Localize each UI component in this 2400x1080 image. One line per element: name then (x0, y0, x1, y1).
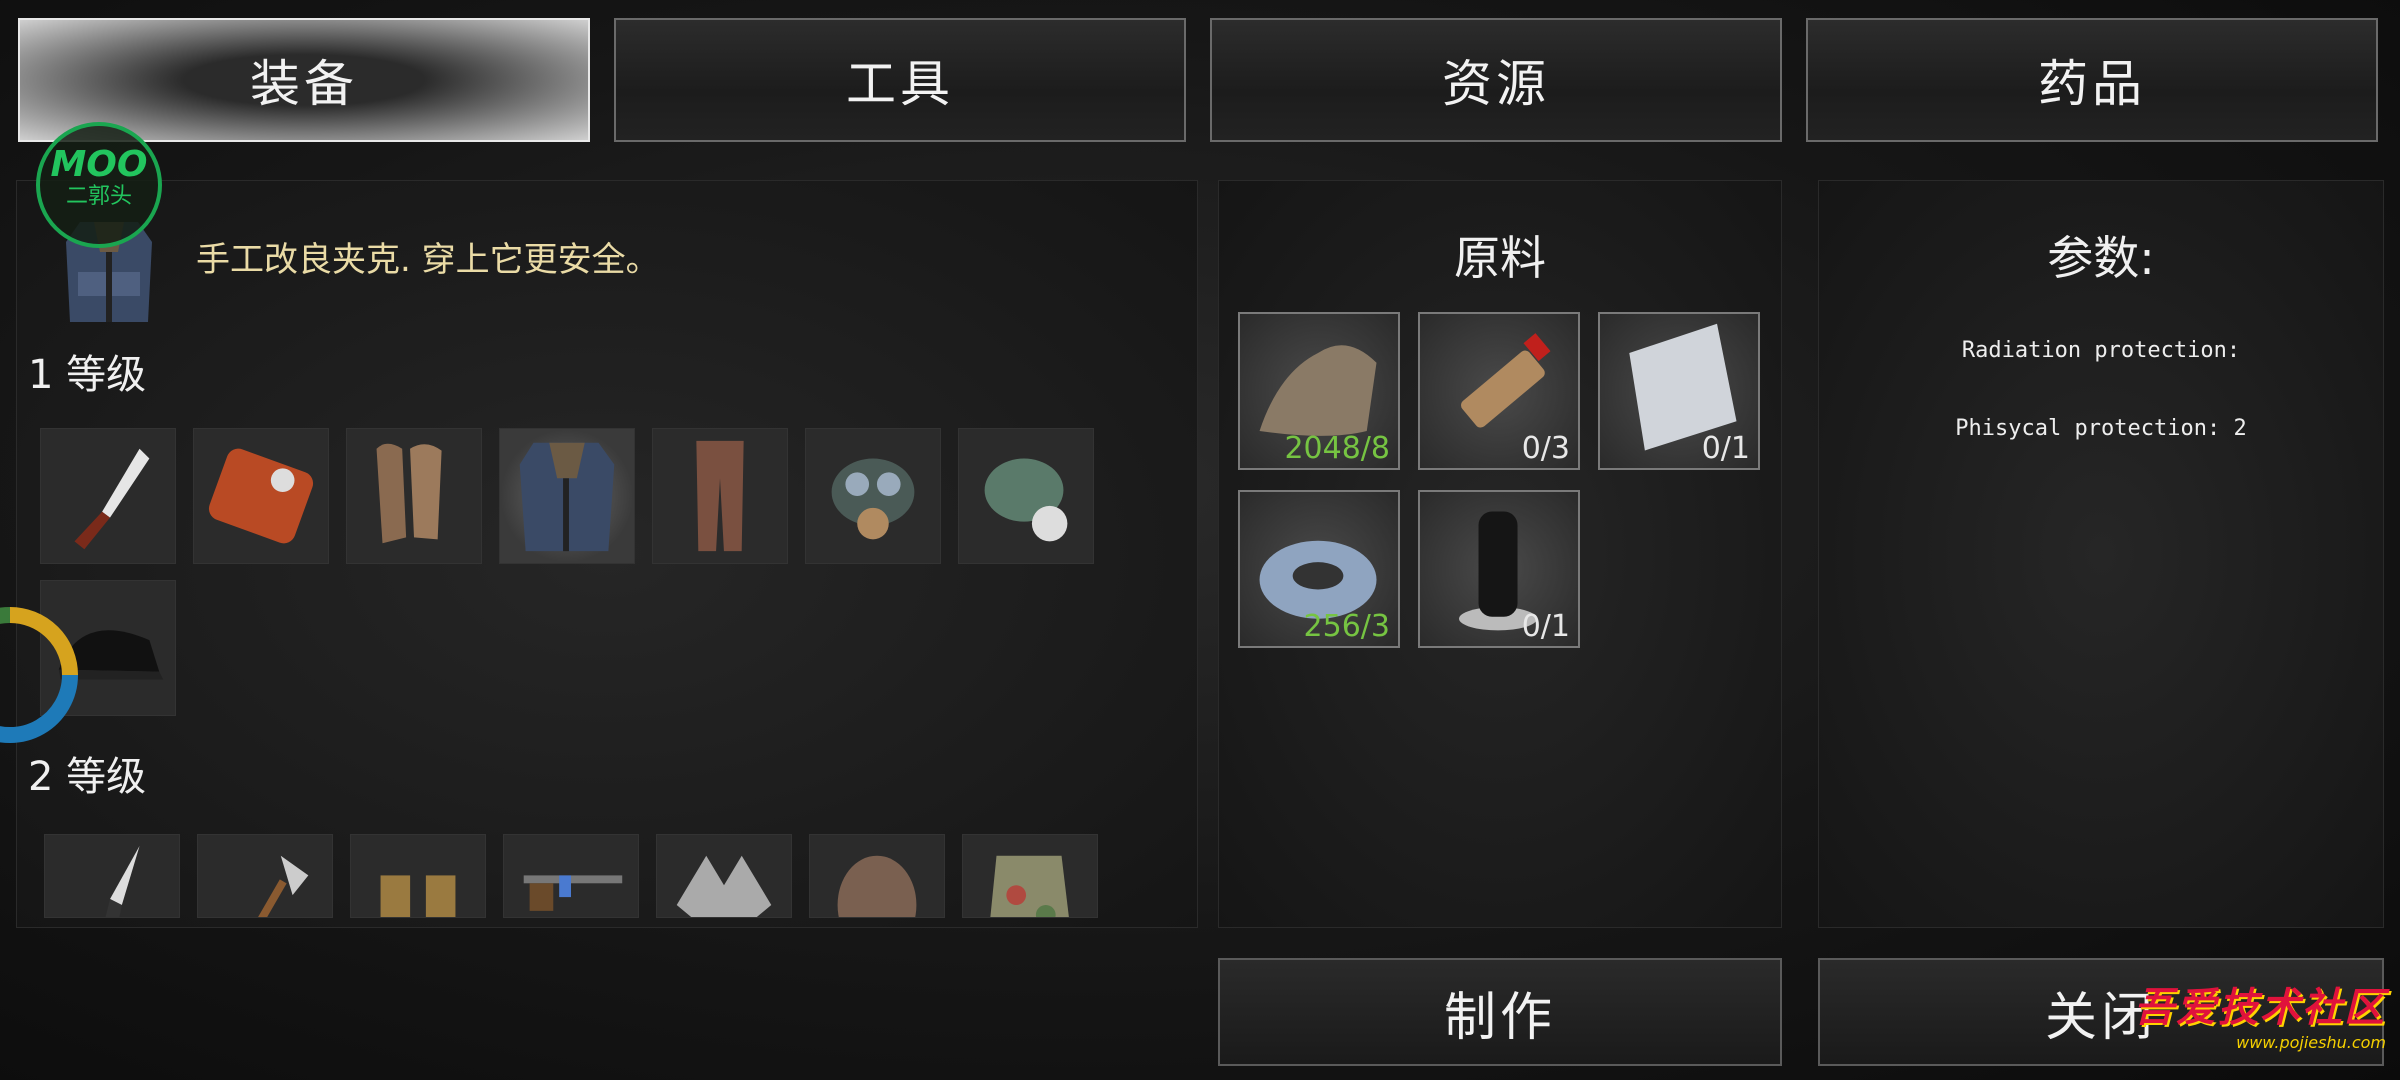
tab-tools[interactable]: 工具 (614, 18, 1186, 142)
recipe-wolf-pelt[interactable] (656, 834, 792, 918)
level-2-label: 2 等级 (28, 754, 147, 800)
materials-title: 原料 (1454, 231, 1546, 285)
item-description: 手工改良夹克. 穿上它更安全。 (196, 240, 660, 280)
knife-icon (74, 448, 150, 550)
recipe-rifle[interactable] (503, 834, 639, 918)
recipe-orange-case[interactable] (193, 428, 329, 564)
material-count: 0/1 (1701, 431, 1750, 466)
pants-icon (696, 440, 744, 552)
jacket-icon (519, 442, 615, 552)
material-count: 0/3 (1521, 431, 1570, 466)
rifle-icon (523, 875, 623, 911)
respirator-mask-icon (984, 458, 1068, 542)
moo-logo: MOO 二郭头 (36, 122, 162, 248)
recipe-camo-jacket[interactable] (962, 834, 1098, 918)
bear-pelt-icon (837, 855, 917, 917)
loading-ring-icon (0, 607, 78, 744)
watermark: 吾爱技术社区 www.pojieshu.com (2134, 984, 2386, 1052)
tab-medicine[interactable]: 药品 (1806, 18, 2378, 142)
recipe-bear-pelt[interactable] (809, 834, 945, 918)
recipe-knife[interactable] (40, 428, 176, 564)
recipe-jacket[interactable] (499, 428, 635, 564)
camo-jacket-icon (990, 855, 1069, 917)
gas-mask-icon (831, 458, 915, 540)
level-1-label: 1 等级 (28, 352, 147, 398)
craft-button[interactable]: 制作 (1218, 958, 1782, 1066)
armor-vest-icon (380, 875, 456, 917)
recipe-pants[interactable] (652, 428, 788, 564)
hunting-knife-icon (105, 845, 140, 917)
tab-resources[interactable]: 资源 (1210, 18, 1782, 142)
material-slot-glue[interactable]: 0/3 (1418, 312, 1580, 470)
parameters-panel (1818, 180, 2384, 928)
material-count: 256/3 (1303, 609, 1390, 644)
material-slot-cloth[interactable]: 2048/8 (1238, 312, 1400, 470)
wolf-pelt-icon (676, 855, 772, 917)
param-physical: Phisycal protection: 2 (1955, 416, 2247, 441)
recipe-gloves[interactable] (346, 428, 482, 564)
material-slot-metal-sheet[interactable]: 0/1 (1598, 312, 1760, 470)
material-slot-thread[interactable]: 0/1 (1418, 490, 1580, 648)
material-count: 2048/8 (1284, 431, 1390, 466)
axe-icon (235, 855, 309, 917)
recipe-respirator-mask[interactable] (958, 428, 1094, 564)
param-radiation: Radiation protection: (1961, 338, 2241, 363)
recipe-hunting-knife[interactable] (44, 834, 180, 918)
gloves-icon (376, 443, 442, 544)
orange-case-icon (208, 448, 314, 544)
parameters-title: 参数: (2047, 231, 2155, 285)
material-slot-duct-tape[interactable]: 256/3 (1238, 490, 1400, 648)
material-count: 0/1 (1521, 609, 1570, 644)
recipe-gas-mask[interactable] (805, 428, 941, 564)
recipe-axe[interactable] (197, 834, 333, 918)
recipe-armor-vest[interactable] (350, 834, 486, 918)
